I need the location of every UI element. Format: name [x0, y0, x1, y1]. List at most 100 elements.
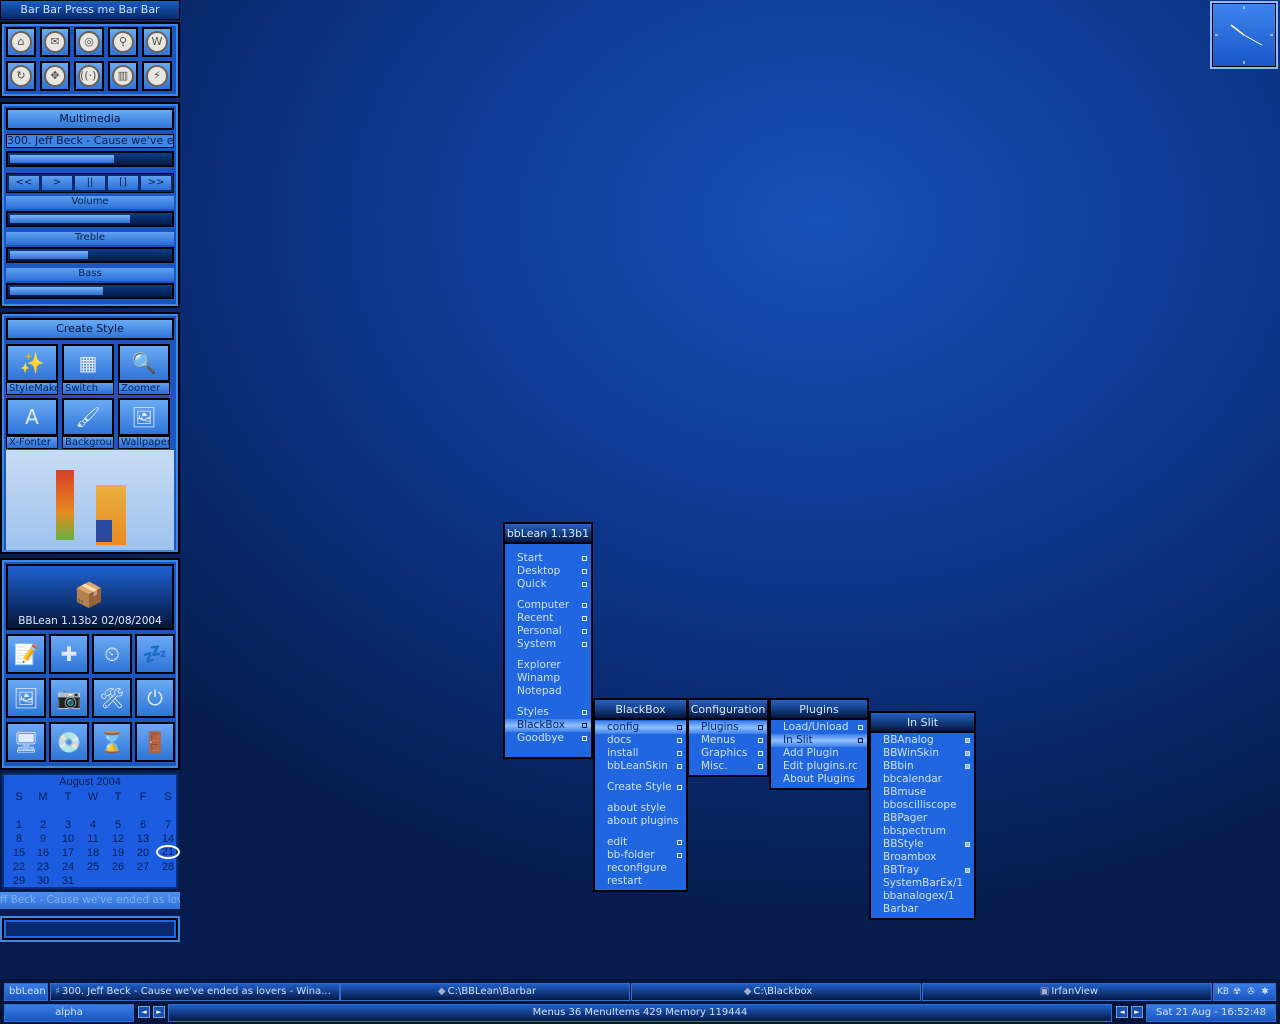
next-workspace-button[interactable]: ► — [153, 1006, 165, 1018]
word-button[interactable]: W — [142, 27, 172, 57]
zoomer-icon[interactable]: 🔍 — [118, 344, 170, 382]
menu-item-recent[interactable]: Recent — [505, 612, 591, 625]
menu-item-explorer[interactable]: Explorer — [505, 659, 591, 672]
network-tray-icon[interactable]: ✇ — [1244, 984, 1258, 1000]
calendar-day[interactable]: 14 — [158, 833, 178, 845]
menu-item-bb-folder[interactable]: bb-folder — [595, 849, 686, 862]
treble-slider[interactable] — [6, 247, 174, 263]
menu-item-barbar[interactable]: Barbar — [871, 903, 974, 916]
menu-item-restart[interactable]: restart — [595, 875, 686, 888]
rewind-button[interactable]: << — [9, 176, 39, 190]
calendar-day[interactable]: 31 — [58, 875, 78, 887]
add-icon[interactable]: ✚ — [49, 634, 89, 674]
calendar-day[interactable]: 20 — [133, 847, 153, 859]
menu-item-edit[interactable]: edit — [595, 836, 686, 849]
menu-item-start[interactable]: Start — [505, 552, 591, 565]
calendar-day[interactable]: 8 — [9, 833, 29, 845]
menu-item-bbmuse[interactable]: BBmuse — [871, 786, 974, 799]
menu-item-systembarex-1[interactable]: SystemBarEx/1 — [871, 877, 974, 890]
menu-item-plugins[interactable]: Plugins — [689, 721, 767, 734]
menu-item-bbtray[interactable]: BBTray — [871, 864, 974, 877]
menu-item-load-unload[interactable]: Load/Unload — [771, 721, 867, 734]
menu-item-menus[interactable]: Menus — [689, 734, 767, 747]
menu-item-bbcalendar[interactable]: bbcalendar — [871, 773, 974, 786]
menu-item-goodbye[interactable]: Goodbye — [505, 732, 591, 745]
calendar-day[interactable]: 30 — [33, 875, 53, 887]
menu-item-config[interactable]: config — [595, 721, 686, 734]
calendar-day[interactable]: 7 — [158, 819, 178, 831]
menu-item-system[interactable]: System — [505, 638, 591, 651]
menu-item-create-style[interactable]: Create Style — [595, 781, 686, 794]
checked-checkbox[interactable] — [965, 738, 970, 743]
menu-item-bbpager[interactable]: BBPager — [871, 812, 974, 825]
prev-task-button[interactable]: ◄ — [1116, 1006, 1128, 1018]
create-style-button[interactable]: Create Style — [6, 318, 174, 340]
calendar-day[interactable]: 12 — [108, 833, 128, 845]
calendar-day[interactable]: 29 — [9, 875, 29, 887]
menu-item-about-style[interactable]: about style — [595, 802, 686, 815]
menu-item-edit-plugins-rc[interactable]: Edit plugins.rc — [771, 760, 867, 773]
calendar-today[interactable]: 21 — [156, 845, 180, 859]
menu-item-styles[interactable]: Styles — [505, 706, 591, 719]
notepad-icon[interactable]: 📝 — [6, 634, 46, 674]
checked-checkbox[interactable] — [965, 842, 970, 847]
wallpaper-icon[interactable]: 🖼 — [118, 398, 170, 436]
menu-item-bbanalogex-1[interactable]: bbanalogex/1 — [871, 890, 974, 903]
hourglass-icon[interactable]: ⌛ — [92, 722, 132, 762]
calendar-day[interactable]: 24 — [58, 861, 78, 873]
calendar-day[interactable]: 6 — [133, 819, 153, 831]
stop-button[interactable]: [] — [108, 176, 138, 190]
monitor-icon[interactable]: 🖥 — [6, 722, 46, 762]
menu-item-bboscilliscope[interactable]: bboscilliscope — [871, 799, 974, 812]
track-progress-slider[interactable] — [6, 151, 174, 167]
menu-item-misc-[interactable]: Misc. — [689, 760, 767, 773]
media-player-icon[interactable]: 💿 — [49, 722, 89, 762]
menu-item-blackbox[interactable]: BlackBox — [505, 719, 591, 732]
task-button[interactable]: ◆ C:\BBLean\Barbar — [340, 983, 630, 1001]
menu-item-reconfigure[interactable]: reconfigure — [595, 862, 686, 875]
tool-label-background[interactable]: Background — [62, 436, 114, 449]
background-icon[interactable]: 🖌 — [62, 398, 114, 436]
calendar-day[interactable]: 16 — [33, 847, 53, 859]
calendar-day[interactable]: 18 — [83, 847, 103, 859]
exit-door-icon[interactable]: 🚪 — [135, 722, 175, 762]
menu-item-computer[interactable]: Computer — [505, 599, 591, 612]
calendar-day[interactable]: 15 — [9, 847, 29, 859]
screenshot-icon[interactable]: 📷 — [49, 678, 89, 718]
calendar-day[interactable]: 23 — [33, 861, 53, 873]
tool-label-stylemaker[interactable]: StyleMaker — [6, 382, 58, 395]
switch-icon[interactable]: ▦ — [62, 344, 114, 382]
next-task-button[interactable]: ► — [1131, 1006, 1143, 1018]
menu-item-add-plugin[interactable]: Add Plugin — [771, 747, 867, 760]
calendar-day[interactable]: 9 — [33, 833, 53, 845]
building-button[interactable]: ▥ — [108, 61, 138, 91]
refresh-button[interactable]: ↻ — [6, 61, 36, 91]
checked-checkbox[interactable] — [965, 868, 970, 873]
checked-checkbox[interactable] — [965, 764, 970, 769]
calendar-day[interactable]: 25 — [83, 861, 103, 873]
multimedia-title-button[interactable]: Multimedia — [6, 108, 174, 130]
menu-item-winamp[interactable]: Winamp — [505, 672, 591, 685]
slit-title-button[interactable]: Bar Bar Press me Bar Bar — [0, 0, 180, 20]
menu-item-bbwinskin[interactable]: BBWinSkin — [871, 747, 974, 760]
calendar-day[interactable]: 27 — [133, 861, 153, 873]
calendar-day[interactable]: 26 — [108, 861, 128, 873]
home-button[interactable]: ⌂ — [6, 27, 36, 57]
tools-icon[interactable]: 🛠 — [92, 678, 132, 718]
meter-icon[interactable]: ⏲ — [92, 634, 132, 674]
tool-label-switch[interactable]: Switch — [62, 382, 114, 395]
bass-slider[interactable] — [6, 283, 174, 299]
prev-workspace-button[interactable]: ◄ — [138, 1006, 150, 1018]
calendar-day[interactable]: 1 — [9, 819, 29, 831]
radio-button[interactable]: ((·)) — [74, 61, 104, 91]
volume-slider[interactable] — [6, 211, 174, 227]
menu-item-broambox[interactable]: Broambox — [871, 851, 974, 864]
shutdown-switch-icon[interactable]: ⏻ — [135, 678, 175, 718]
calendar-day[interactable]: 3 — [58, 819, 78, 831]
calendar-day[interactable]: 10 — [58, 833, 78, 845]
calendar-day[interactable]: 13 — [133, 833, 153, 845]
menu-item-bbstyle[interactable]: BBStyle — [871, 838, 974, 851]
search-button[interactable]: ⚲ — [108, 27, 138, 57]
tool-label-fonter[interactable]: X-Fonter — [6, 436, 58, 449]
calendar-day[interactable]: 5 — [108, 819, 128, 831]
